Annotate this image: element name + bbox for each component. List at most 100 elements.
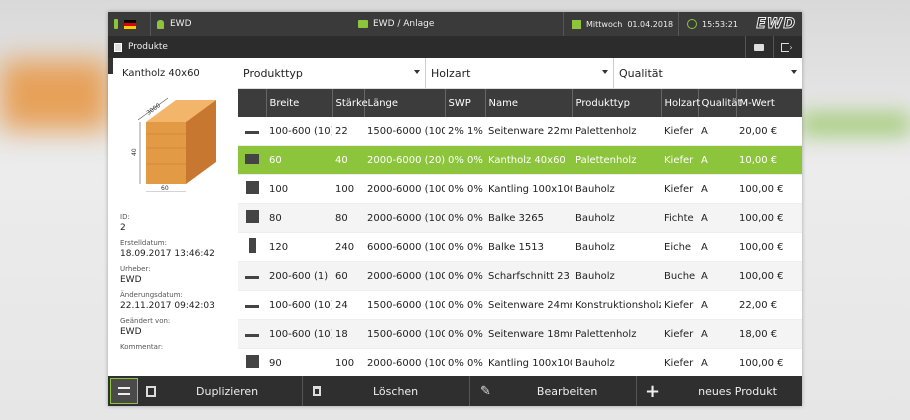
- col-swp[interactable]: SWP: [445, 89, 486, 117]
- cell-laenge: 1500-6000 (100): [364, 117, 445, 146]
- cell-swp: 0% 0%: [445, 145, 485, 175]
- col-name[interactable]: Name: [485, 89, 573, 117]
- sidebar-collapse-tab[interactable]: [108, 58, 113, 74]
- cell-swp: 0% 0%: [445, 348, 485, 376]
- changed-value: 22.11.2017 09:42:03: [120, 301, 215, 311]
- table-row[interactable]: 100-600 (10) 24 1500-6000 (100) 0% 0% Seiten…: [238, 290, 802, 320]
- author-value: EWD: [120, 275, 142, 285]
- filter-product-type-label: Produkttyp: [243, 66, 303, 80]
- col-breite[interactable]: Breite: [266, 89, 333, 117]
- duplicate-button[interactable]: Duplizieren: [138, 376, 302, 406]
- cell-staerke: 24: [332, 290, 364, 320]
- filter-product-type[interactable]: Produkttyp: [238, 58, 426, 88]
- cell-laenge: 2000-6000 (100): [364, 203, 445, 233]
- cell-breite: 100-600 (10): [266, 117, 332, 146]
- table-body: 100-600 (10) 22 1500-6000 (100) 2% 1% Seiten…: [238, 117, 802, 376]
- dim-width-label: 60: [161, 185, 169, 192]
- cross-section-cell: [238, 145, 266, 175]
- cell-breite: 100-600 (10): [266, 290, 332, 320]
- cell-staerke: 100: [332, 348, 364, 376]
- created-label: Erstelldatum:: [120, 239, 167, 247]
- flag-de-icon[interactable]: [124, 19, 136, 29]
- new-product-label: neues Produkt: [698, 384, 777, 398]
- col-holzart[interactable]: Holzart: [661, 89, 700, 117]
- calendar-icon: [572, 19, 581, 29]
- product-table: Breite Stärke Länge SWP Name Produkttyp …: [238, 89, 802, 376]
- table-row[interactable]: 120 240 6000-6000 (100) 0% 0% Balke 1513 Bauh…: [238, 232, 802, 262]
- col-mwert[interactable]: M-Wert: [736, 89, 802, 117]
- cell-breite: 80: [266, 203, 332, 233]
- table-row[interactable]: 200-600 (1) 60 2000-6000 (100) 0% 0% Scharfs…: [238, 261, 802, 291]
- cell-staerke: 60: [332, 261, 364, 291]
- cell-typ: Palettenholz: [572, 145, 661, 175]
- cell-holz: Buche: [661, 261, 698, 291]
- briefcase-icon: [358, 20, 368, 28]
- cell-swp: 0% 0%: [445, 174, 485, 204]
- col-qualitaet[interactable]: Qualität: [698, 89, 741, 117]
- logout-button[interactable]: ›: [773, 36, 800, 58]
- cross-section-icon: [245, 333, 259, 337]
- cell-staerke: 40: [332, 145, 364, 175]
- col-laenge[interactable]: Länge: [364, 89, 446, 117]
- col-staerke[interactable]: Stärke: [332, 89, 368, 117]
- table-row[interactable]: 90 100 2000-6000 (100) 0% 0% Kantling 100x10…: [238, 348, 802, 376]
- table-header: Breite Stärke Länge SWP Name Produkttyp …: [238, 89, 802, 117]
- detail-sidebar: Kantholz 40x60 3000 40 60 ID: 2 Erstelld…: [108, 58, 239, 376]
- battery-icon: [114, 19, 118, 29]
- delete-button[interactable]: Löschen: [302, 376, 469, 406]
- cross-section-icon: [248, 238, 256, 253]
- cross-section-cell: [238, 117, 266, 146]
- cross-section-cell: [238, 232, 266, 262]
- table-row[interactable]: 100-600 (10) 18 1500-6000 (100) 0% 0% Seiten…: [238, 319, 802, 349]
- table-row[interactable]: 80 80 2000-6000 (100) 0% 0% Balke 3265 Bauhol…: [238, 203, 802, 233]
- printer-button[interactable]: [745, 36, 772, 58]
- cell-qual: A: [698, 117, 736, 146]
- table-row[interactable]: 100 100 2000-6000 (100) 0% 0% Kantling 100x1…: [238, 174, 802, 204]
- cell-typ: Bauholz: [572, 348, 661, 376]
- cell-mwert: 100,00 €: [736, 203, 802, 233]
- cell-laenge: 1500-6000 (100): [364, 319, 445, 349]
- app-window: EWD EWD / Anlage Mittwoch 01.04.2018 15:…: [108, 12, 802, 406]
- cell-mwert: 10,00 €: [736, 145, 802, 175]
- col-produkttyp[interactable]: Produkttyp: [572, 89, 662, 117]
- table-row[interactable]: 100-600 (10) 22 1500-6000 (100) 2% 1% Seiten…: [238, 117, 802, 146]
- cell-qual: A: [698, 203, 736, 233]
- cell-typ: Bauholz: [572, 174, 661, 204]
- cell-laenge: 2000-6000 (20): [364, 145, 445, 175]
- chevron-down-icon: [791, 70, 797, 74]
- product-illustration: 3000 40 60: [131, 97, 216, 192]
- cell-holz: Eiche: [661, 232, 698, 262]
- delete-label: Löschen: [373, 384, 419, 398]
- cross-section-icon: [245, 181, 259, 194]
- filter-bar: Produkttyp Holzart Qualität: [238, 58, 802, 89]
- cross-section-cell: [238, 261, 266, 291]
- col-shape[interactable]: [238, 89, 267, 117]
- cell-holz: Kiefer: [661, 290, 698, 320]
- cell-qual: A: [698, 348, 736, 376]
- time-label: 15:53:21: [702, 19, 738, 29]
- cross-section-icon: [245, 355, 259, 368]
- filter-quality-label: Qualität: [619, 66, 663, 80]
- cell-name: Kantling 100x100: [485, 174, 572, 204]
- cell-name: Seitenware 18mm: [485, 319, 572, 349]
- plus-icon: +: [645, 380, 661, 402]
- comment-label: Kommentar:: [120, 343, 164, 351]
- filter-quality[interactable]: Qualität: [614, 58, 802, 88]
- chevron-down-icon: [414, 70, 420, 74]
- cell-breite: 120: [266, 232, 332, 262]
- cell-name: Seitenware 22mm: [485, 117, 572, 146]
- cell-staerke: 100: [332, 174, 364, 204]
- cell-staerke: 240: [332, 232, 364, 262]
- cell-swp: 2% 1%: [445, 117, 485, 146]
- new-product-button[interactable]: + neues Produkt: [636, 376, 802, 406]
- cell-breite: 90: [266, 348, 332, 376]
- cell-swp: 0% 0%: [445, 203, 485, 233]
- ewd-logo: EWD: [756, 16, 796, 33]
- cell-typ: Palettenholz: [572, 117, 661, 146]
- menu-button[interactable]: [110, 378, 138, 404]
- top-bar: EWD EWD / Anlage Mittwoch 01.04.2018 15:…: [108, 12, 802, 36]
- user-icon: [157, 19, 164, 29]
- filter-wood-type[interactable]: Holzart: [426, 58, 614, 88]
- table-row[interactable]: 60 40 2000-6000 (20) 0% 0% Kantholz 40x60 Pal…: [238, 145, 802, 175]
- edit-button[interactable]: ✎ Bearbeiten: [469, 376, 636, 406]
